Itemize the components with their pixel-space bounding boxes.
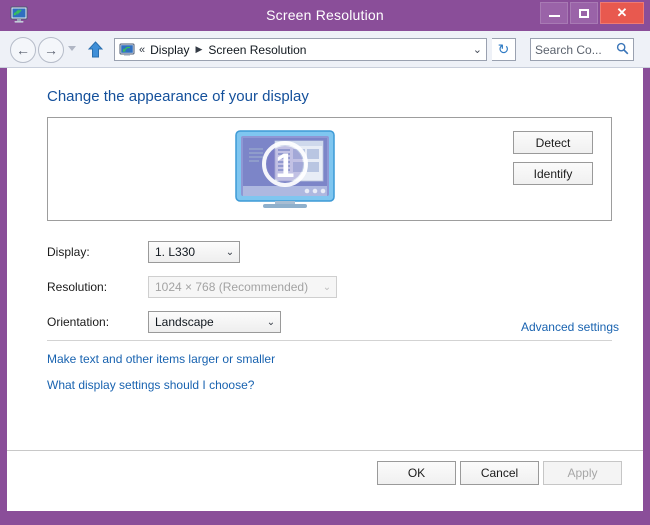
breadcrumb-separator-icon[interactable]: ▶ xyxy=(195,44,202,55)
advanced-settings-link[interactable]: Advanced settings xyxy=(521,320,619,334)
close-icon: ✕ xyxy=(616,5,628,20)
orientation-select[interactable]: Landscape ⌄ xyxy=(148,311,281,333)
detect-button[interactable]: Detect xyxy=(513,131,593,154)
recent-pages-icon[interactable] xyxy=(68,46,76,51)
resolution-select-value: 1024 × 768 (Recommended) xyxy=(155,280,309,294)
divider-footer xyxy=(7,450,643,451)
address-display-icon xyxy=(119,43,135,57)
back-button[interactable]: ← xyxy=(10,37,36,63)
display-label: Display: xyxy=(47,245,90,259)
what-display-settings-link[interactable]: What display settings should I choose? xyxy=(47,378,254,392)
search-input[interactable]: Search Co... xyxy=(530,38,634,61)
divider-middle xyxy=(47,340,612,341)
window-controls: ✕ xyxy=(540,2,644,24)
forward-button[interactable]: → xyxy=(38,37,64,63)
navigation-bar: ← → « Display ▶ Screen Resolution ⌄ ↻ Se… xyxy=(0,31,650,68)
display-select-value: 1. L330 xyxy=(155,245,196,259)
forward-arrow-icon: → xyxy=(44,42,58,58)
refresh-button[interactable]: ↻ xyxy=(492,38,516,61)
breadcrumb-display[interactable]: Display xyxy=(150,43,189,57)
display-select[interactable]: 1. L330 ⌄ xyxy=(148,241,240,263)
resolution-label: Resolution: xyxy=(47,280,108,294)
minimize-button[interactable] xyxy=(540,2,568,24)
chevron-down-icon: ⌄ xyxy=(266,316,276,328)
maximize-icon xyxy=(579,8,589,18)
svg-text:1: 1 xyxy=(276,147,295,185)
address-dropdown-icon[interactable]: ⌄ xyxy=(473,43,482,56)
close-button[interactable]: ✕ xyxy=(600,2,644,24)
content-area: Change the appearance of your display 1 … xyxy=(7,68,643,511)
display-preview-panel: 1 Detect Identify xyxy=(47,117,612,221)
chevron-down-icon: ⌄ xyxy=(322,281,332,293)
address-overflow-chevrons[interactable]: « xyxy=(139,44,145,56)
minimize-icon xyxy=(548,14,560,17)
make-text-larger-link[interactable]: Make text and other items larger or smal… xyxy=(47,352,275,366)
orientation-label: Orientation: xyxy=(47,315,110,329)
ok-button[interactable]: OK xyxy=(377,461,456,485)
up-arrow-icon[interactable] xyxy=(87,41,104,61)
back-arrow-icon: ← xyxy=(16,42,30,58)
resolution-select[interactable]: 1024 × 768 (Recommended) ⌄ xyxy=(148,276,337,298)
monitor-preview-icon[interactable]: 1 xyxy=(235,130,335,210)
identify-button[interactable]: Identify xyxy=(513,162,593,185)
search-icon xyxy=(616,42,629,58)
breadcrumb-screen-resolution[interactable]: Screen Resolution xyxy=(208,43,306,57)
title-bar[interactable]: Screen Resolution ✕ xyxy=(0,0,650,31)
page-title: Change the appearance of your display xyxy=(47,88,309,105)
chevron-down-icon: ⌄ xyxy=(225,246,235,258)
cancel-button[interactable]: Cancel xyxy=(460,461,539,485)
screen-resolution-window: Screen Resolution ✕ ← → « Display ▶ Scre… xyxy=(0,0,650,525)
orientation-select-value: Landscape xyxy=(155,315,214,329)
apply-button: Apply xyxy=(543,461,622,485)
refresh-icon: ↻ xyxy=(497,41,510,57)
maximize-button[interactable] xyxy=(570,2,598,24)
search-placeholder: Search Co... xyxy=(535,42,602,57)
address-bar[interactable]: « Display ▶ Screen Resolution ⌄ xyxy=(114,38,487,61)
